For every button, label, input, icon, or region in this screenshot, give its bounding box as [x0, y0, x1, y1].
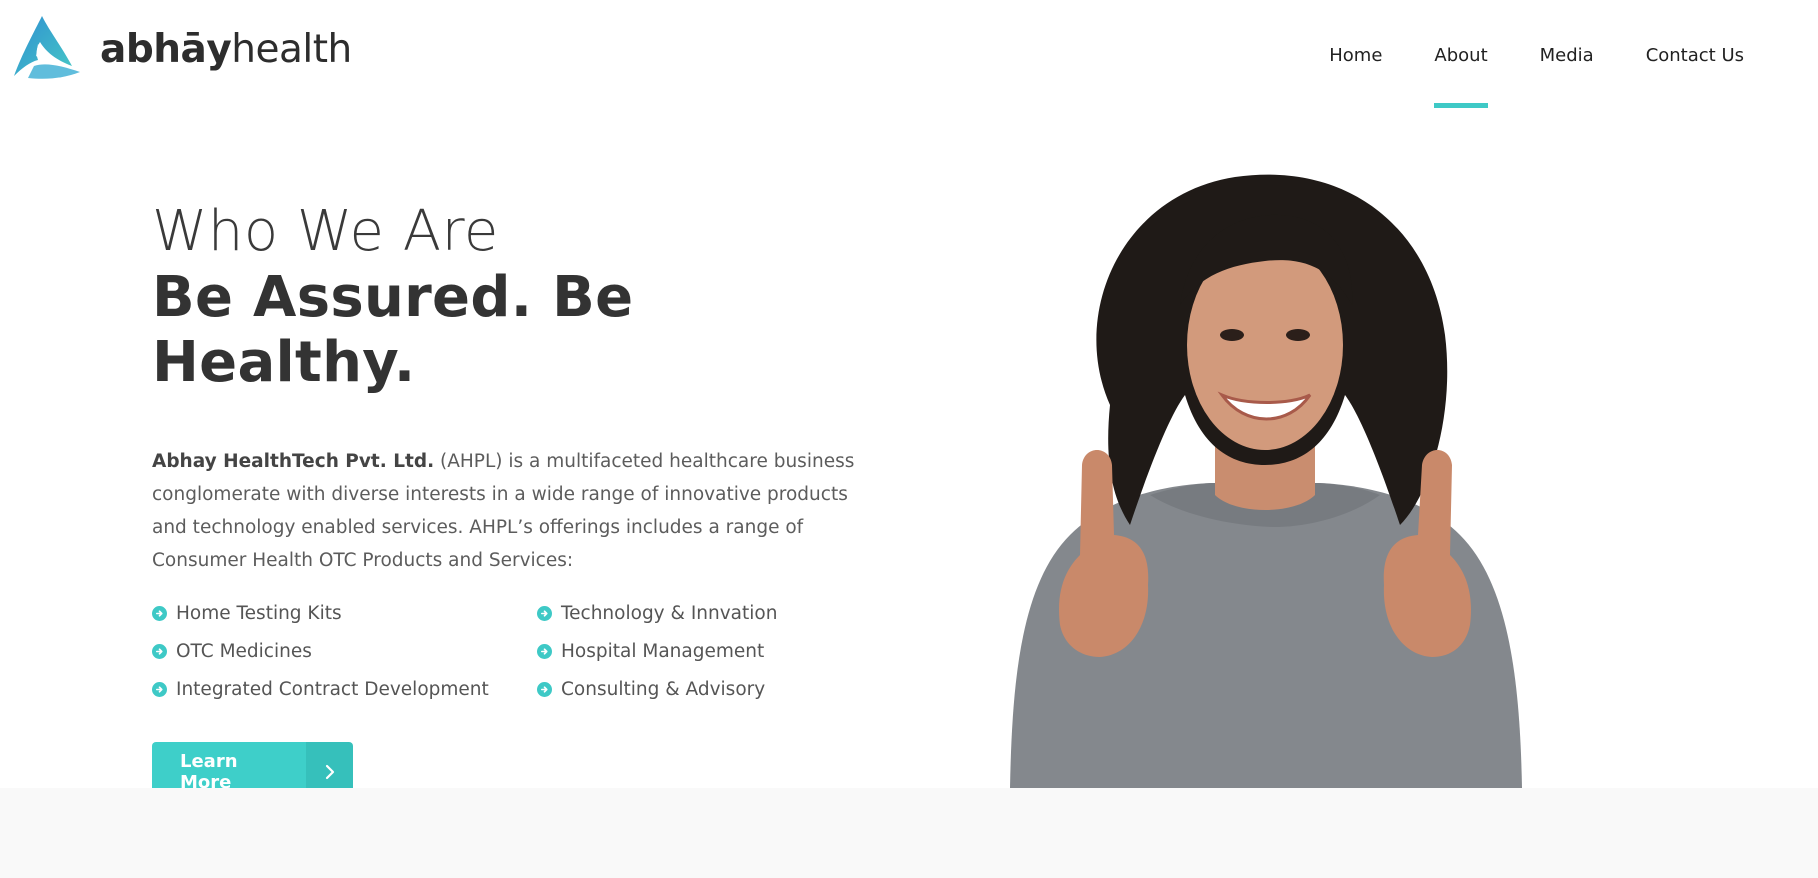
service-label: Home Testing Kits — [176, 603, 342, 625]
nav-item-label: Home — [1329, 44, 1383, 66]
hero-headline: Be Assured. Be Healthy. — [152, 265, 634, 395]
service-label: OTC Medicines — [176, 641, 312, 663]
arrow-circle-right-icon — [152, 644, 167, 660]
nav-active-indicator — [1434, 103, 1488, 108]
nav-item-home[interactable]: Home — [1303, 0, 1408, 110]
arrow-circle-right-icon — [152, 606, 167, 622]
main-nav: Home About Media Contact Us — [1303, 0, 1770, 110]
list-item: Technology & Innvation — [537, 603, 867, 624]
brand-logo[interactable]: abhāyhealth — [12, 14, 352, 84]
brand-name-bold: abhāy — [100, 26, 232, 72]
service-label: Consulting & Advisory — [561, 679, 766, 701]
list-item: OTC Medicines — [152, 641, 537, 662]
list-item: Home Testing Kits — [152, 603, 537, 624]
intro-paragraph: Abhay HealthTech Pvt. Ltd. (AHPL) is a m… — [152, 445, 887, 577]
site-header: abhāyhealth Home About Media Contact Us — [0, 0, 1818, 110]
brand-wordmark: abhāyhealth — [100, 27, 352, 72]
service-label: Hospital Management — [561, 641, 765, 663]
list-item: Integrated Contract Development — [152, 679, 537, 700]
service-label: Integrated Contract Development — [176, 679, 489, 701]
list-item: Hospital Management — [537, 641, 867, 662]
service-label: Technology & Innvation — [561, 603, 778, 625]
hero-content: Who We Are Be Assured. Be Healthy. Abhay… — [152, 199, 912, 802]
arrow-circle-right-icon — [537, 682, 552, 698]
abhay-health-logo-icon — [14, 16, 80, 79]
services-list: Home Testing Kits Technology & Innvation… — [152, 603, 912, 700]
arrow-circle-right-icon — [152, 682, 167, 698]
arrow-circle-right-icon — [537, 606, 552, 622]
nav-item-contact-us[interactable]: Contact Us — [1620, 0, 1770, 110]
footer-band — [0, 788, 1818, 878]
company-name: Abhay HealthTech Pvt. Ltd. — [152, 451, 435, 473]
section-eyebrow: Who We Are — [152, 199, 499, 264]
list-item: Consulting & Advisory — [537, 679, 867, 700]
arrow-circle-right-icon — [537, 644, 552, 660]
nav-item-about[interactable]: About — [1408, 0, 1513, 110]
nav-item-label: Contact Us — [1645, 44, 1744, 66]
nav-item-label: Media — [1539, 44, 1594, 66]
nav-item-label: About — [1434, 44, 1488, 66]
nav-item-media[interactable]: Media — [1514, 0, 1620, 110]
brand-name-light: health — [231, 26, 352, 72]
smiling-woman-thumbs-up-photo — [1010, 174, 1522, 788]
